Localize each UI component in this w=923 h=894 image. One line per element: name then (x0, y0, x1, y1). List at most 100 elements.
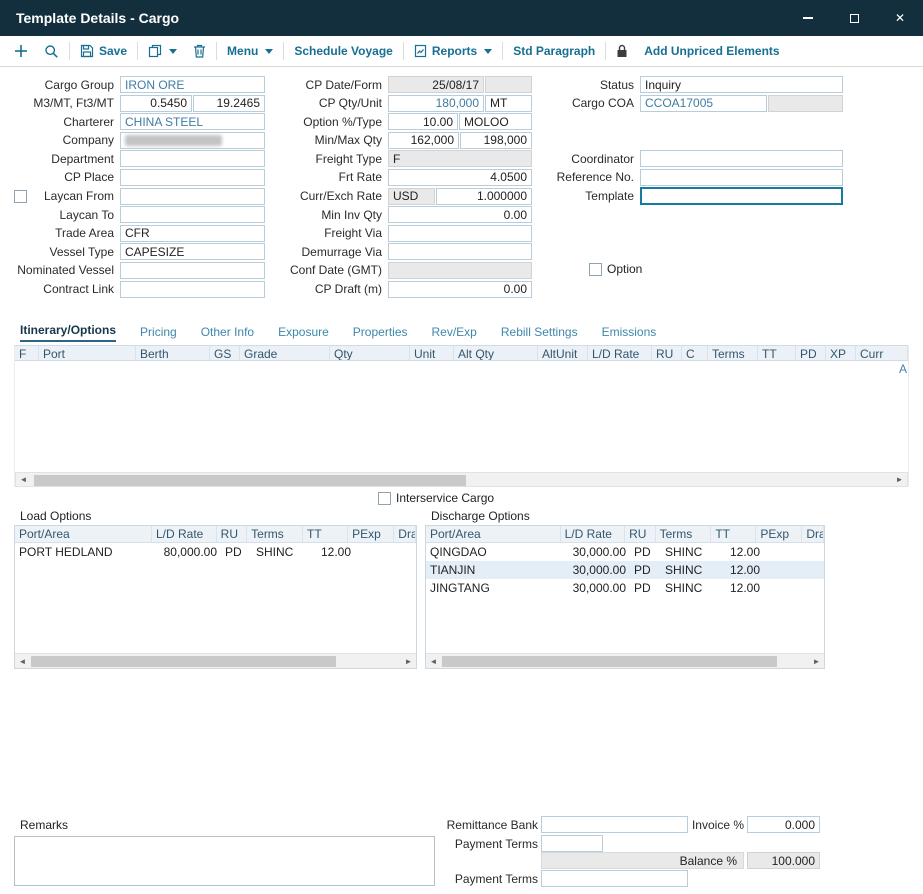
column-header-ld-rate[interactable]: L/D Rate (152, 526, 217, 542)
column-header-pexp[interactable]: PExp (348, 526, 394, 542)
cp-date-field[interactable]: 25/08/17 (388, 76, 484, 93)
close-button[interactable]: ✕ (877, 0, 923, 36)
schedule-voyage-button[interactable]: Schedule Voyage (286, 36, 400, 66)
tab-rev-exp[interactable]: Rev/Exp (432, 325, 477, 342)
exch-rate-field[interactable]: 1.000000 (436, 188, 532, 205)
freight-type-field[interactable]: F (388, 150, 532, 167)
company-field[interactable] (120, 132, 265, 149)
scroll-left-icon[interactable]: ◄ (15, 654, 30, 669)
template-field[interactable] (640, 187, 843, 205)
charterer-field[interactable]: CHINA STEEL (120, 113, 265, 130)
min-inv-qty-field[interactable]: 0.00 (388, 206, 532, 223)
invoice-pct-field[interactable]: 0.000 (747, 816, 820, 833)
column-header-xp[interactable]: XP (826, 346, 856, 360)
column-header-port[interactable]: Port (39, 346, 136, 360)
load-options-body[interactable]: PORT HEDLAND 80,000.00 PD SHINC 12.00 (15, 543, 416, 653)
minimize-button[interactable] (785, 0, 831, 36)
column-header-grade[interactable]: Grade (240, 346, 330, 360)
search-button[interactable] (36, 36, 67, 66)
column-header-ru[interactable]: RU (625, 526, 655, 542)
copy-button[interactable] (140, 36, 185, 66)
add-unpriced-elements-button[interactable]: Add Unpriced Elements (636, 36, 787, 66)
lock-button[interactable] (608, 36, 636, 66)
payment-terms-2-field[interactable] (541, 870, 688, 887)
table-row[interactable]: PORT HEDLAND 80,000.00 PD SHINC 12.00 (15, 543, 416, 561)
column-header-f[interactable]: F (15, 346, 39, 360)
vessel-type-field[interactable]: CAPESIZE (120, 243, 265, 260)
balance-pct-field[interactable]: 100.000 (747, 852, 820, 869)
column-header-ru[interactable]: RU (217, 526, 247, 542)
conf-date-field[interactable] (388, 262, 532, 279)
column-header-terms[interactable]: Terms (656, 526, 712, 542)
discharge-options-hscrollbar[interactable]: ◄ ► (426, 653, 824, 668)
frt-rate-field[interactable]: 4.0500 (388, 169, 532, 186)
payment-terms-field[interactable] (541, 835, 603, 852)
laycan-from-checkbox[interactable] (14, 190, 27, 203)
tab-rebill-settings[interactable]: Rebill Settings (501, 325, 578, 342)
column-header-terms[interactable]: Terms (708, 346, 758, 360)
column-header-c[interactable]: C (682, 346, 708, 360)
itinerary-grid-body[interactable]: A (15, 361, 908, 472)
max-qty-field[interactable]: 198,000 (460, 132, 532, 149)
scrollbar-thumb[interactable] (442, 656, 777, 667)
column-header-unit[interactable]: Unit (410, 346, 454, 360)
column-header-curr[interactable]: Curr (856, 346, 908, 360)
status-field[interactable]: Inquiry (640, 76, 843, 93)
column-header-ld-rate[interactable]: L/D Rate (588, 346, 652, 360)
trade-area-field[interactable]: CFR (120, 225, 265, 242)
nominated-vessel-field[interactable] (120, 262, 265, 279)
column-header-berth[interactable]: Berth (136, 346, 210, 360)
std-paragraph-button[interactable]: Std Paragraph (505, 36, 603, 66)
option-pct-field[interactable]: 10.00 (388, 113, 458, 130)
discharge-options-body[interactable]: QINGDAO 30,000.00 PD SHINC 12.00 TIANJIN… (426, 543, 824, 653)
cp-form-field[interactable] (485, 76, 532, 93)
table-row[interactable]: QINGDAO 30,000.00 PD SHINC 12.00 (426, 543, 824, 561)
menu-button[interactable]: Menu (219, 36, 281, 66)
demurrage-via-field[interactable] (388, 243, 532, 260)
itinerary-grid-hscrollbar[interactable]: ◄ ► (15, 472, 908, 487)
column-header-port-area[interactable]: Port/Area (426, 526, 561, 542)
tab-emissions[interactable]: Emissions (602, 325, 657, 342)
scrollbar-thumb[interactable] (31, 656, 336, 667)
cp-unit-field[interactable]: MT (485, 95, 532, 112)
tab-exposure[interactable]: Exposure (278, 325, 329, 342)
laycan-from-field[interactable] (120, 188, 265, 205)
scroll-left-icon[interactable]: ◄ (426, 654, 441, 669)
tab-other-info[interactable]: Other Info (201, 325, 254, 342)
ft3-per-mt-field[interactable]: 19.2465 (193, 95, 265, 112)
column-header-terms[interactable]: Terms (247, 526, 303, 542)
currency-field[interactable]: USD (388, 188, 435, 205)
column-header-tt[interactable]: TT (711, 526, 756, 542)
table-row-selected[interactable]: TIANJIN 30,000.00 PD SHINC 12.00 (426, 561, 824, 579)
delete-button[interactable] (185, 36, 214, 66)
tab-properties[interactable]: Properties (353, 325, 408, 342)
remarks-textarea[interactable] (14, 836, 435, 886)
column-header-port-area[interactable]: Port/Area (15, 526, 152, 542)
maximize-button[interactable] (831, 0, 877, 36)
cargo-coa-aux-field[interactable] (768, 95, 843, 112)
column-header-pexp[interactable]: PExp (756, 526, 802, 542)
column-header-tt[interactable]: TT (303, 526, 348, 542)
reference-no-field[interactable] (640, 169, 843, 186)
reports-button[interactable]: Reports (406, 36, 500, 66)
scroll-right-icon[interactable]: ► (401, 654, 416, 669)
cp-draft-field[interactable]: 0.00 (388, 281, 532, 298)
column-header-tt[interactable]: TT (758, 346, 796, 360)
column-header-qty[interactable]: Qty (330, 346, 410, 360)
contract-link-field[interactable] (120, 281, 265, 298)
column-header-altunit[interactable]: AltUnit (538, 346, 588, 360)
m3-per-mt-field[interactable]: 0.5450 (120, 95, 192, 112)
column-header-gs[interactable]: GS (210, 346, 240, 360)
cargo-coa-field[interactable]: CCOA17005 (640, 95, 767, 112)
cargo-group-field[interactable]: IRON ORE (120, 76, 265, 93)
column-header-alt-qty[interactable]: Alt Qty (454, 346, 538, 360)
option-checkbox[interactable] (589, 263, 602, 276)
new-button[interactable] (6, 36, 36, 66)
load-options-hscrollbar[interactable]: ◄ ► (15, 653, 416, 668)
remittance-bank-field[interactable] (541, 816, 688, 833)
scroll-right-icon[interactable]: ► (809, 654, 824, 669)
tab-itinerary-options[interactable]: Itinerary/Options (20, 323, 116, 342)
option-type-field[interactable]: MOLOO (459, 113, 532, 130)
cp-qty-field[interactable]: 180,000 (388, 95, 484, 112)
column-header-ld-rate[interactable]: L/D Rate (561, 526, 626, 542)
